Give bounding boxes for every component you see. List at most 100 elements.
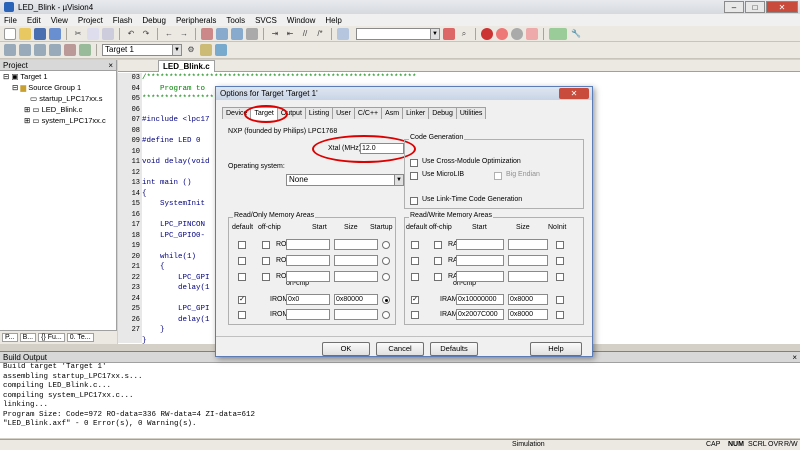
manage-books-icon[interactable] — [215, 44, 227, 56]
ok-button[interactable]: OK — [322, 342, 370, 356]
ram-default-checkbox[interactable] — [411, 257, 419, 265]
rom-default-checkbox[interactable]: ✓ — [238, 296, 246, 304]
menu-file[interactable]: File — [4, 16, 17, 25]
open-folder-icon[interactable] — [19, 27, 31, 40]
new-file-icon[interactable] — [4, 27, 16, 40]
rom-default-checkbox[interactable] — [238, 241, 246, 249]
rom-start-input[interactable]: 0x0 — [286, 294, 330, 305]
ram-size-input[interactable]: 0x8000 — [508, 309, 548, 320]
rom-startup-radio[interactable] — [382, 273, 390, 281]
window-layout-icon[interactable] — [549, 27, 567, 40]
rom-offchip-checkbox[interactable] — [262, 257, 270, 265]
redo-icon[interactable]: ↷ — [140, 28, 152, 40]
rom-size-input[interactable] — [334, 309, 378, 320]
menu-flash[interactable]: Flash — [113, 16, 133, 25]
tree-source-group[interactable]: ⊟ ▆ Source Group 1 — [0, 82, 116, 93]
defaults-button[interactable]: Defaults — [430, 342, 478, 356]
rom-startup-radio[interactable] — [382, 296, 390, 304]
ram-default-checkbox[interactable] — [411, 311, 419, 319]
tree-target[interactable]: ⊟ ▣ Target 1 — [0, 71, 116, 82]
tab-books[interactable]: B... — [19, 333, 37, 342]
ram-noinit-checkbox[interactable] — [556, 273, 564, 281]
tree-file-startup[interactable]: ▭ startup_LPC17xx.s — [0, 93, 116, 104]
microlib-checkbox[interactable] — [410, 172, 418, 180]
target-select[interactable]: Target 1 ▼ — [102, 44, 182, 56]
menu-debug[interactable]: Debug — [142, 16, 166, 25]
rom-start-input[interactable] — [286, 239, 330, 250]
ram-start-input[interactable] — [456, 271, 504, 282]
paste-icon[interactable] — [102, 27, 114, 40]
bookmark-next-icon[interactable] — [231, 27, 243, 40]
menu-edit[interactable]: Edit — [27, 16, 41, 25]
menu-tools[interactable]: Tools — [226, 16, 245, 25]
save-icon[interactable] — [34, 27, 46, 40]
undo-icon[interactable]: ↶ — [125, 28, 137, 40]
rom-default-checkbox[interactable] — [238, 273, 246, 281]
ram-start-input[interactable]: 0x10000000 — [456, 294, 504, 305]
rom-offchip-checkbox[interactable] — [262, 241, 270, 249]
copy-icon[interactable] — [87, 27, 99, 40]
menu-project[interactable]: Project — [78, 16, 103, 25]
tab-listing[interactable]: Listing — [304, 107, 334, 119]
target-options-icon[interactable]: ⚙ — [185, 44, 197, 56]
nav-forward-icon[interactable]: → — [178, 28, 190, 40]
ram-size-input[interactable] — [508, 239, 548, 250]
tab-cpp[interactable]: C/C++ — [353, 107, 383, 119]
incremental-find-icon[interactable]: ⌕ — [458, 28, 470, 40]
debug-start-icon[interactable] — [481, 27, 493, 40]
tab-templates[interactable]: 0. Te... — [66, 333, 94, 342]
nav-back-icon[interactable]: ← — [163, 28, 175, 40]
rom-offchip-checkbox[interactable] — [262, 273, 270, 281]
tree-file-ledblink[interactable]: ⊞ ▭ LED_Blink.c — [0, 104, 116, 115]
ram-default-checkbox[interactable] — [411, 273, 419, 281]
manage-components-icon[interactable] — [200, 44, 212, 56]
find-combo[interactable]: ▼ — [356, 27, 440, 40]
bookmark-icon[interactable] — [201, 27, 213, 40]
breakpoint-icon[interactable] — [496, 27, 508, 40]
tab-project[interactable]: P... — [2, 333, 18, 342]
ram-default-checkbox[interactable] — [411, 241, 419, 249]
ram-size-input[interactable]: 0x8000 — [508, 294, 548, 305]
ram-noinit-checkbox[interactable] — [556, 296, 564, 304]
ram-offchip-checkbox[interactable] — [434, 273, 442, 281]
ram-start-input[interactable] — [456, 255, 504, 266]
ltcg-checkbox[interactable] — [410, 197, 418, 205]
rom-size-input[interactable]: 0x80000 — [334, 294, 378, 305]
rom-default-checkbox[interactable] — [238, 311, 246, 319]
minimize-button[interactable]: – — [724, 1, 744, 13]
cross-module-checkbox[interactable] — [410, 159, 418, 167]
menu-view[interactable]: View — [51, 16, 68, 25]
rom-startup-radio[interactable] — [382, 241, 390, 249]
ram-noinit-checkbox[interactable] — [556, 257, 564, 265]
rom-size-input[interactable] — [334, 271, 378, 282]
translate-icon[interactable] — [4, 44, 16, 56]
ram-size-input[interactable] — [508, 255, 548, 266]
rom-size-input[interactable] — [334, 255, 378, 266]
ram-noinit-checkbox[interactable] — [556, 311, 564, 319]
cut-icon[interactable]: ✂ — [72, 28, 84, 40]
tab-debug[interactable]: Debug — [428, 107, 457, 119]
uncomment-icon[interactable]: /* — [314, 28, 326, 40]
bookmark-clear-icon[interactable] — [246, 27, 258, 40]
tab-functions[interactable]: {} Fu... — [38, 333, 65, 342]
menu-help[interactable]: Help — [325, 16, 341, 25]
rom-startup-radio[interactable] — [382, 311, 390, 319]
help-button[interactable]: Help — [530, 342, 582, 356]
find-icon[interactable] — [443, 27, 455, 40]
bookmark-prev-icon[interactable] — [216, 27, 228, 40]
kill-breakpoints-icon[interactable] — [526, 27, 538, 40]
maximize-button[interactable]: □ — [745, 1, 765, 13]
ram-offchip-checkbox[interactable] — [434, 257, 442, 265]
tab-linker[interactable]: Linker — [402, 107, 430, 119]
rom-default-checkbox[interactable] — [238, 257, 246, 265]
close-button[interactable]: ✕ — [766, 1, 798, 13]
rom-start-input[interactable] — [286, 271, 330, 282]
editor-tab[interactable]: LED_Blink.c — [158, 60, 215, 72]
indent-icon[interactable]: ⇥ — [269, 28, 281, 40]
menu-svcs[interactable]: SVCS — [255, 16, 277, 25]
tab-user[interactable]: User — [332, 107, 355, 119]
tab-utilities[interactable]: Utilities — [455, 107, 487, 119]
panel-close-icon[interactable]: × — [792, 352, 797, 363]
ram-noinit-checkbox[interactable] — [556, 241, 564, 249]
comment-icon[interactable]: // — [299, 28, 311, 40]
